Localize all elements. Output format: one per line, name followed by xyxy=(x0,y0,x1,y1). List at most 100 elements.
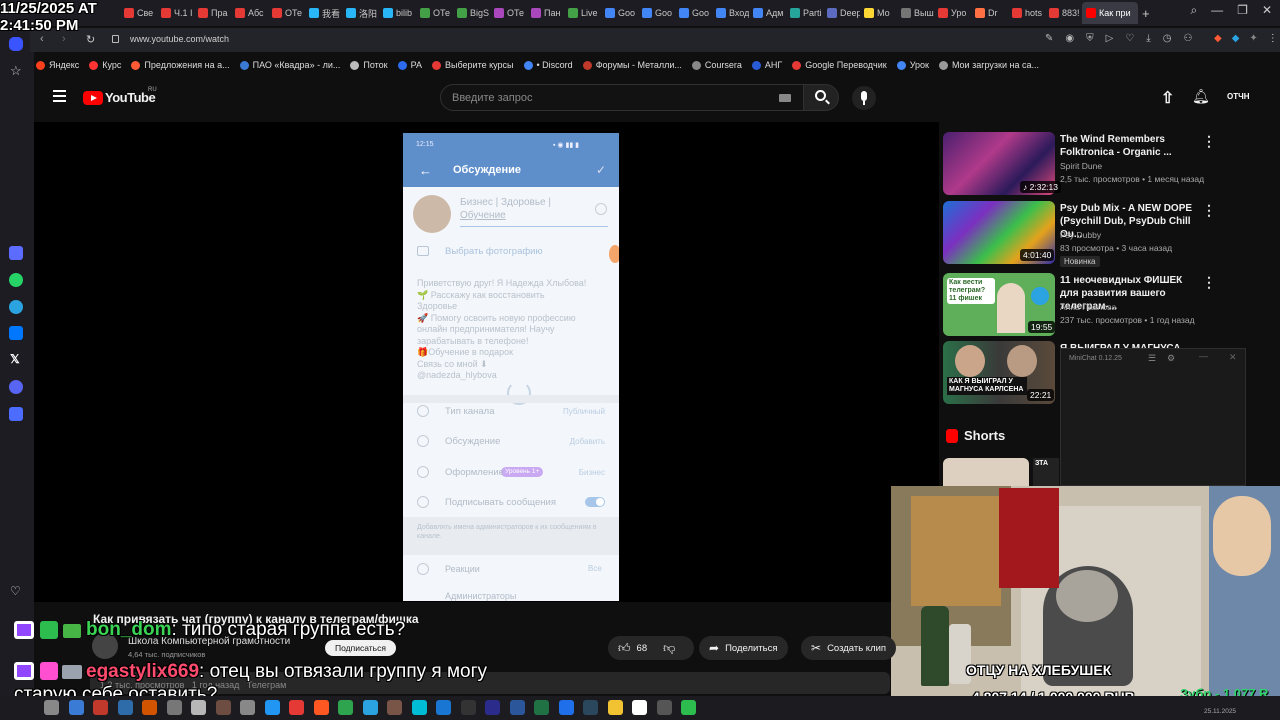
taskbar-app-icon[interactable] xyxy=(632,700,647,715)
play-icon[interactable]: ▷ xyxy=(1106,33,1114,44)
search-button[interactable] xyxy=(803,84,839,111)
browser-tab[interactable]: ОТе xyxy=(490,2,527,24)
taskbar-app-icon[interactable] xyxy=(215,700,231,715)
bookmark-item[interactable]: Яндекс xyxy=(36,60,79,70)
menu-icon[interactable]: ⋮ xyxy=(1268,33,1278,44)
minichat-minimize-icon[interactable]: — xyxy=(1199,351,1208,361)
recommendation-channel-2[interactable]: Psy Dubby xyxy=(1060,229,1101,242)
bookmark-item[interactable]: Урок xyxy=(896,60,929,70)
minimize-icon[interactable]: — xyxy=(1211,3,1223,18)
bookmark-item[interactable]: Форумы - Металли... xyxy=(582,60,682,70)
edit-icon[interactable]: ✎ xyxy=(1045,33,1053,44)
search-tabs-icon[interactable]: ⌕ xyxy=(1190,3,1197,18)
browser-tab[interactable]: Live xyxy=(564,2,601,24)
short-thumbnail-1[interactable] xyxy=(943,458,1029,486)
browser-tab[interactable]: Пра xyxy=(194,2,231,24)
taskbar-app-icon[interactable] xyxy=(387,700,402,715)
browser-tab[interactable]: 洛阳 xyxy=(342,2,379,24)
browser-tab[interactable]: Parti xyxy=(786,2,823,24)
aria-icon[interactable] xyxy=(9,246,23,260)
share-button[interactable]: ➦ Поделиться xyxy=(699,636,788,660)
browser-tab[interactable]: ОТе xyxy=(416,2,453,24)
keyboard-icon[interactable] xyxy=(779,94,791,102)
taskbar-app-icon[interactable] xyxy=(313,700,329,715)
extensions-icon[interactable]: ✦ xyxy=(1249,33,1257,44)
subscribe-button[interactable]: Подписаться xyxy=(325,640,396,656)
notifications-bell-icon[interactable]: 🔔︎ xyxy=(1192,88,1210,105)
minichat-close-icon[interactable]: ✕ xyxy=(1229,352,1237,363)
taskbar-app-icon[interactable] xyxy=(117,700,133,715)
taskbar-app-icon[interactable] xyxy=(681,700,696,715)
browser-tab[interactable]: Goo xyxy=(601,2,638,24)
bookmark-item[interactable]: Выберите курсы xyxy=(432,60,514,70)
bookmark-item[interactable]: Предложения на а... xyxy=(131,60,230,70)
bookmark-item[interactable]: Coursera xyxy=(691,60,742,70)
shield-icon[interactable]: ⛨ xyxy=(1086,33,1094,44)
taskbar-app-icon[interactable] xyxy=(264,700,280,715)
favorite-icon[interactable]: ♡ xyxy=(1125,33,1134,44)
taskbar-app-icon[interactable] xyxy=(534,700,549,715)
telegram-icon[interactable] xyxy=(9,300,23,314)
maximize-icon[interactable]: ❐ xyxy=(1237,3,1248,18)
browser-tab[interactable]: BigS xyxy=(453,2,490,24)
browser-tab[interactable]: 我看 xyxy=(305,2,342,24)
new-tab-button[interactable]: + xyxy=(1138,2,1154,24)
bookmark-item[interactable]: Курс xyxy=(89,60,121,70)
taskbar-app-icon[interactable] xyxy=(93,700,108,715)
back-icon[interactable]: ‹ xyxy=(40,33,44,45)
taskbar-app-icon[interactable] xyxy=(240,700,255,715)
discord-icon[interactable] xyxy=(9,380,23,394)
youtube-logo-icon[interactable] xyxy=(83,91,103,105)
browser-tab[interactable]: 883! xyxy=(1045,2,1082,24)
heart-icon[interactable]: ♡ xyxy=(10,584,21,598)
bookmark-item[interactable]: РА xyxy=(397,60,422,70)
reload-icon[interactable]: ↻ xyxy=(86,33,95,46)
taskbar-app-icon[interactable] xyxy=(338,700,353,715)
taskbar-app-icon[interactable] xyxy=(191,700,206,715)
browser-tab[interactable]: Пан xyxy=(527,2,564,24)
taskbar-app-icon[interactable] xyxy=(142,700,157,715)
browser-tab[interactable]: ОТе xyxy=(268,2,305,24)
browser-tab[interactable]: hots xyxy=(1008,2,1045,24)
more-options-icon[interactable]: ⋮ xyxy=(1202,133,1216,150)
browser-tab[interactable]: Goo xyxy=(675,2,712,24)
browser-tab[interactable]: Ч.1 I xyxy=(157,2,194,24)
taskbar-app-icon[interactable] xyxy=(583,700,598,715)
download-icon[interactable]: ⤓ xyxy=(1146,33,1150,44)
browser-tab[interactable]: Goo xyxy=(638,2,675,24)
x-icon[interactable]: 𝕏 xyxy=(10,352,20,366)
taskbar-app-icon[interactable] xyxy=(436,700,451,715)
voice-search-button[interactable] xyxy=(852,86,876,110)
browser-tab[interactable]: Вход xyxy=(712,2,749,24)
more-options-icon[interactable]: ⋮ xyxy=(1202,274,1216,291)
close-window-icon[interactable]: ✕ xyxy=(1262,3,1272,18)
star-icon[interactable]: ☆ xyxy=(10,63,22,79)
settings-gear-icon[interactable]: ⚙ xyxy=(1167,353,1175,364)
taskbar-app-icon[interactable] xyxy=(460,700,476,715)
taskbar-app-icon[interactable] xyxy=(485,700,500,715)
browser-tab[interactable]: Dr xyxy=(971,2,1008,24)
create-clip-button[interactable]: ✂ Создать клип xyxy=(801,636,897,660)
browser-tab[interactable]: Как при xyxy=(1082,2,1138,24)
bookmark-item[interactable]: Мои загрузки на са... xyxy=(938,60,1039,70)
recommendation-channel-3[interactable]: Анна Павлова xyxy=(1060,301,1116,314)
taskbar-app-icon[interactable] xyxy=(558,700,574,715)
taskbar-app-icon[interactable] xyxy=(44,700,59,715)
browser-tab[interactable]: bilib xyxy=(379,2,416,24)
more-options-icon[interactable]: ⋮ xyxy=(1202,202,1216,219)
vk-icon[interactable] xyxy=(9,326,23,340)
taskbar-app-icon[interactable] xyxy=(509,700,525,715)
forward-icon[interactable]: › xyxy=(62,33,66,45)
taskbar-app-icon[interactable] xyxy=(411,700,427,715)
browser-tab[interactable]: Абс xyxy=(231,2,268,24)
extension-icon[interactable]: ◆ xyxy=(1214,33,1222,44)
chat-icon[interactable] xyxy=(9,407,23,421)
taskbar-app-icon[interactable] xyxy=(607,700,623,715)
taskbar-app-icon[interactable] xyxy=(289,700,304,715)
minichat-window[interactable]: MiniChat 0.12.25 ☰ ⚙ — ✕ xyxy=(1060,348,1246,486)
chat-username[interactable]: egastylix669 xyxy=(86,661,199,682)
bookmark-item[interactable]: ПАО «Квадра» - ли... xyxy=(239,60,340,70)
like-icon[interactable]: 👍︎ xyxy=(618,641,631,656)
bookmark-item[interactable]: Google Переводчик xyxy=(792,60,887,70)
taskbar-app-icon[interactable] xyxy=(166,700,182,715)
